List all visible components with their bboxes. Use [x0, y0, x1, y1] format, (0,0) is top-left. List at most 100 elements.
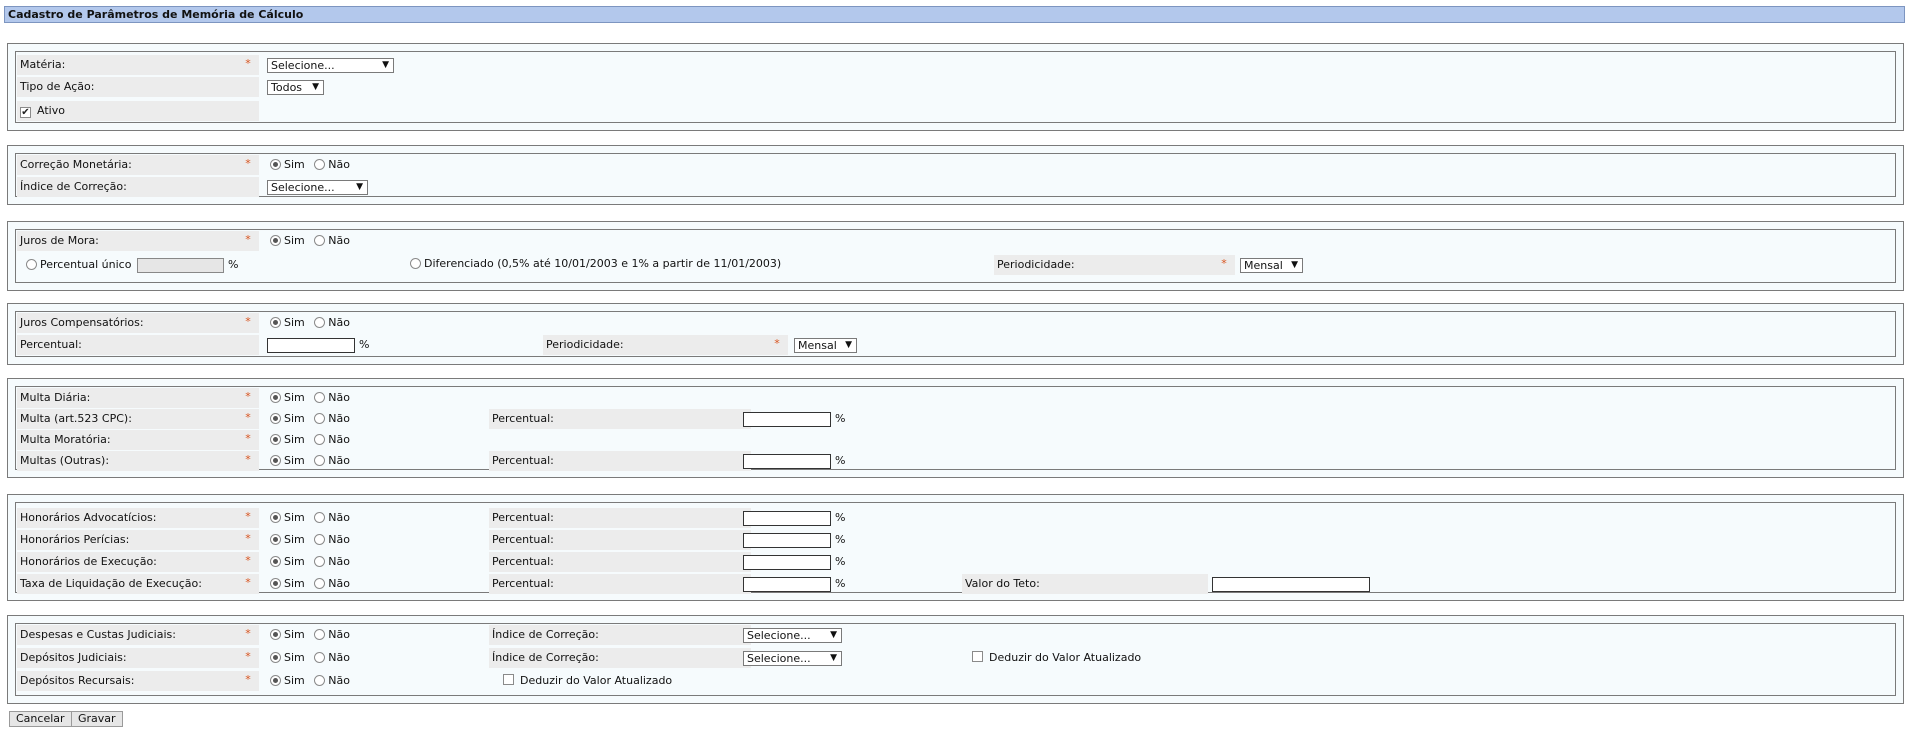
multa-moratoria-required-mark: *	[237, 430, 259, 450]
tipo-acao-label: Tipo de Ação:	[17, 77, 237, 97]
juros-comp-nao-radio[interactable]	[314, 317, 326, 328]
juros-mora-periodicidade-label: Periodicidade:	[994, 255, 1213, 275]
section-honorarios: Honorários Advocatícios: * Sim Não Perce…	[7, 494, 1904, 601]
multa-diaria-sim-radio[interactable]	[270, 392, 281, 403]
honorarios-execucao-percentual-label: Percentual:	[489, 552, 729, 572]
juros-mora-periodicidade-select[interactable]: Mensal ▼	[1240, 257, 1303, 273]
percentual-unico-radio[interactable]	[26, 259, 37, 270]
honorarios-execucao-nao-radio[interactable]	[314, 556, 326, 567]
depositos-recursais-sim-radio[interactable]	[270, 675, 281, 686]
despesas-custas-indice-label: Índice de Correção:	[489, 625, 729, 645]
chevron-down-icon: ▼	[356, 181, 363, 192]
section-honorarios-inner: Honorários Advocatícios: * Sim Não Perce…	[15, 502, 1896, 594]
multas-outras-required-mark: *	[237, 451, 259, 471]
section-multas-inner: Multa Diária: * Sim Não Multa (art.523 C…	[15, 386, 1896, 471]
depositos-judiciais-nao-radio[interactable]	[314, 652, 326, 663]
honorarios-pericias-percentual-label: Percentual:	[489, 530, 729, 550]
juros-comp-periodicidade-label: Periodicidade:	[543, 335, 766, 355]
honorarios-advocaticios-percentual-input[interactable]	[743, 510, 831, 526]
honorarios-advocaticios-sim-radio[interactable]	[270, 512, 281, 523]
juros-comp-percentual-input[interactable]	[267, 337, 355, 353]
chevron-down-icon: ▼	[312, 81, 319, 92]
juros-comp-percentual-label: Percentual:	[17, 335, 237, 355]
depositos-recursais-label: Depósitos Recursais:	[17, 671, 237, 691]
percentual-unico-label: Percentual único	[40, 258, 132, 271]
honorarios-pericias-sim-radio[interactable]	[270, 534, 281, 545]
multa-moratoria-nao-radio[interactable]	[314, 434, 326, 445]
taxa-liquidacao-nao-radio[interactable]	[314, 578, 326, 589]
depositos-recursais-deduzir-checkbox[interactable]	[503, 674, 514, 685]
section-juros-mora-inner: Juros de Mora: * Sim Não Percentual únic…	[15, 229, 1896, 283]
depositos-judiciais-indice-select[interactable]: Selecione... ▼	[743, 650, 842, 666]
honorarios-execucao-label: Honorários de Execução:	[17, 552, 237, 572]
multa-art523-nao-radio[interactable]	[314, 413, 326, 424]
juros-mora-label: Juros de Mora:	[17, 231, 237, 251]
section-juros-comp-inner: Juros Compensatórios: * Sim Não Percentu…	[15, 311, 1896, 357]
depositos-judiciais-deduzir-checkbox[interactable]	[972, 651, 983, 662]
depositos-judiciais-indice-label: Índice de Correção:	[489, 648, 729, 668]
honorarios-advocaticios-nao-radio[interactable]	[314, 512, 326, 523]
diferenciado-radio[interactable]	[410, 258, 421, 269]
depositos-recursais-nao-radio[interactable]	[314, 675, 326, 686]
depositos-judiciais-sim-radio[interactable]	[270, 652, 281, 663]
indice-correcao-select[interactable]: Selecione... ▼	[267, 179, 368, 195]
multa-art523-percentual-label: Percentual:	[489, 409, 729, 429]
multa-moratoria-sim-radio[interactable]	[270, 434, 281, 445]
juros-comp-periodicidade-required-mark: *	[766, 335, 788, 355]
materia-select[interactable]: Selecione... ▼	[267, 57, 394, 73]
juros-mora-nao-radio[interactable]	[314, 235, 326, 246]
taxa-liquidacao-sim-radio[interactable]	[270, 578, 281, 589]
multas-outras-label: Multas (Outras):	[17, 451, 237, 471]
correcao-sim-radio[interactable]	[270, 159, 281, 170]
tipo-acao-select[interactable]: Todos ▼	[267, 79, 324, 95]
despesas-custas-nao-radio[interactable]	[314, 629, 326, 640]
taxa-liquidacao-label: Taxa de Liquidação de Execução:	[17, 574, 237, 594]
multas-outras-sim-radio[interactable]	[270, 455, 281, 466]
materia-required-mark: *	[237, 55, 259, 75]
multa-art523-percentual-input[interactable]	[743, 411, 831, 427]
multa-art523-sim-radio[interactable]	[270, 413, 281, 424]
juros-comp-required-mark: *	[237, 313, 259, 333]
ativo-checkbox[interactable]: ✔	[20, 107, 31, 118]
multas-outras-percentual-input[interactable]	[743, 453, 831, 469]
despesas-custas-indice-select[interactable]: Selecione... ▼	[743, 627, 842, 643]
percentual-unico-input[interactable]	[136, 257, 224, 273]
section-general-inner: Matéria: * Selecione... ▼ Tipo de Ação: T…	[15, 51, 1896, 123]
juros-comp-periodicidade-select[interactable]: Mensal ▼	[794, 337, 857, 353]
multa-diaria-nao-radio[interactable]	[314, 392, 326, 403]
correcao-nao-radio[interactable]	[314, 159, 326, 170]
depositos-judiciais-required-mark: *	[237, 648, 259, 668]
honorarios-advocaticios-label: Honorários Advocatícios:	[17, 508, 237, 528]
chevron-down-icon: ▼	[830, 629, 837, 640]
honorarios-pericias-percentual-input[interactable]	[743, 532, 831, 548]
section-juros-mora: Juros de Mora: * Sim Não Percentual únic…	[7, 221, 1904, 291]
chevron-down-icon: ▼	[845, 339, 852, 350]
juros-mora-required-mark: *	[237, 231, 259, 251]
valor-teto-label: Valor do Teto:	[962, 574, 1186, 594]
juros-comp-sim-radio[interactable]	[270, 317, 281, 328]
page-title: Cadastro de Parâmetros de Memória de Cál…	[4, 6, 1905, 23]
section-multas: Multa Diária: * Sim Não Multa (art.523 C…	[7, 378, 1904, 478]
section-correcao: Correção Monetária: * Sim Não Índice de …	[7, 145, 1904, 205]
honorarios-pericias-nao-radio[interactable]	[314, 534, 326, 545]
juros-mora-periodicidade-required-mark: *	[1213, 255, 1235, 275]
save-button[interactable]: Gravar	[71, 711, 123, 727]
section-general: Matéria: * Selecione... ▼ Tipo de Ação: T…	[7, 43, 1904, 131]
section-despesas-inner: Despesas e Custas Judiciais: * Sim Não Í…	[15, 623, 1896, 696]
correcao-required-mark: *	[237, 155, 259, 175]
valor-teto-input[interactable]	[1212, 576, 1370, 592]
multa-diaria-required-mark: *	[237, 388, 259, 408]
honorarios-execucao-percentual-input[interactable]	[743, 554, 831, 570]
multas-outras-nao-radio[interactable]	[314, 455, 326, 466]
honorarios-advocaticios-percentual-label: Percentual:	[489, 508, 729, 528]
section-correcao-inner: Correção Monetária: * Sim Não Índice de …	[15, 153, 1896, 197]
multa-moratoria-label: Multa Moratória:	[17, 430, 237, 450]
taxa-liquidacao-percentual-input[interactable]	[743, 576, 831, 592]
cancel-button[interactable]: Cancelar	[9, 711, 72, 727]
juros-mora-sim-radio[interactable]	[270, 235, 281, 246]
section-despesas: Despesas e Custas Judiciais: * Sim Não Í…	[7, 615, 1904, 704]
honorarios-execucao-required-mark: *	[237, 552, 259, 572]
honorarios-execucao-sim-radio[interactable]	[270, 556, 281, 567]
taxa-liquidacao-percentual-label: Percentual:	[489, 574, 729, 594]
despesas-custas-sim-radio[interactable]	[270, 629, 281, 640]
